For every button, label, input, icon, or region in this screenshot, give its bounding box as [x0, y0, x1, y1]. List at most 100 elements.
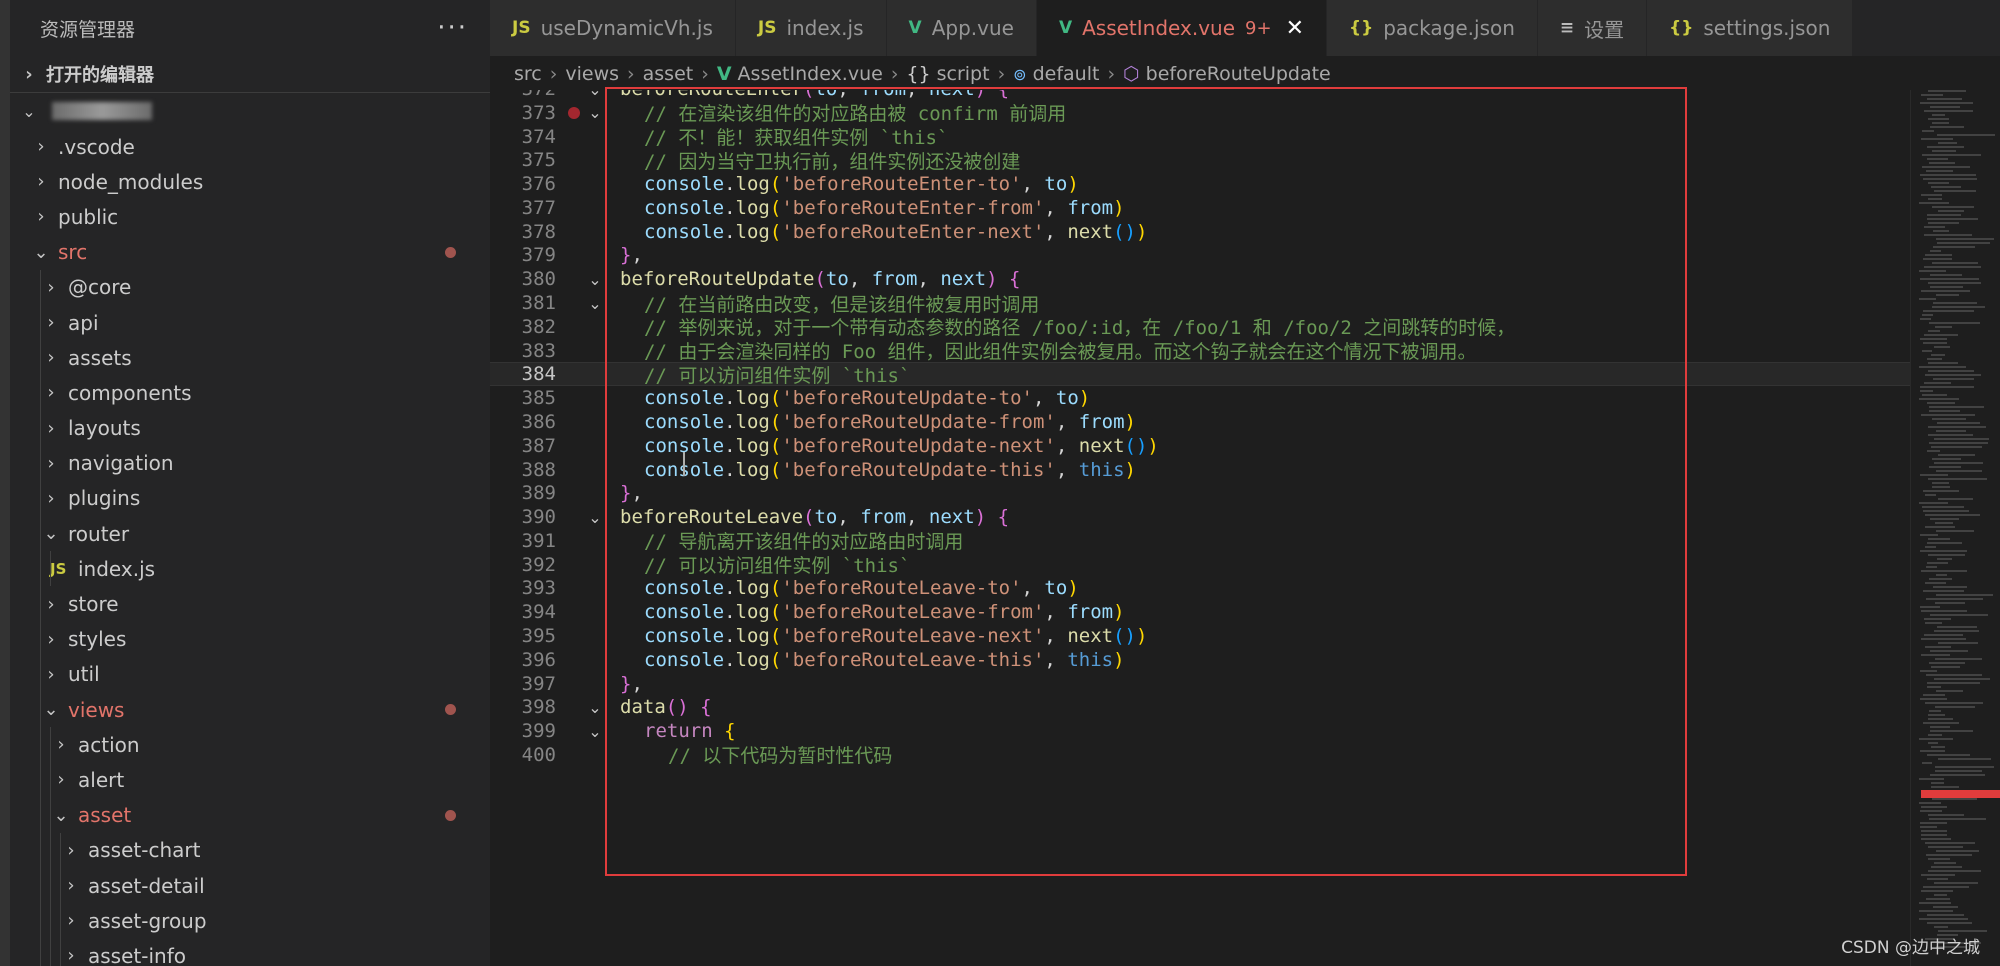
tab-settings-json[interactable]: {} settings.json [1647, 0, 1854, 56]
tree-item-asset-info[interactable]: › asset-info [10, 938, 490, 966]
code-line[interactable]: 385 console.log('beforeRouteUpdate-to', t… [490, 386, 1910, 410]
vue-file-icon: V [1058, 18, 1073, 38]
code-line[interactable]: 374 // 不！能！获取组件实例 `this` [490, 125, 1910, 150]
minimap-line [1935, 326, 1952, 328]
json-file-icon: {} [1349, 18, 1374, 38]
tree-item--vscode[interactable]: › .vscode [10, 129, 490, 164]
minimap-line [1927, 542, 1962, 544]
open-editors-section[interactable]: › 打开的编辑器 [10, 56, 490, 92]
tree-item-api[interactable]: › api [10, 304, 490, 341]
code-line[interactable]: 390 ⌄ beforeRouteLeave(to, from, next) { [490, 505, 1910, 529]
fold-chevron-icon[interactable]: ⌄ [580, 722, 610, 741]
code-line[interactable]: 373 ⌄ // 在渲染该组件的对应路由被 confirm 前调用 [490, 101, 1910, 126]
breadcrumb-item[interactable]: ⬡ beforeRouteUpdate [1123, 63, 1331, 85]
tree-item-action[interactable]: › action [10, 727, 490, 763]
tree-item-asset[interactable]: ⌄ asset [10, 797, 490, 833]
breadcrumb-label: asset [642, 63, 694, 85]
breadcrumb-item[interactable]: src [514, 63, 542, 85]
tree-item-index-js[interactable]: JS index.js [10, 551, 490, 587]
tree-item-alert[interactable]: › alert [10, 762, 490, 798]
line-number: 400 [521, 743, 556, 766]
tree-item-plugins[interactable]: › plugins [10, 480, 490, 517]
code-line[interactable]: 398 ⌄ data() { [490, 695, 1910, 719]
code-token: ( [769, 220, 782, 243]
minimap-line [1927, 158, 1948, 160]
minimap-line [1932, 306, 1985, 308]
tab-app-vue[interactable]: V App.vue [886, 0, 1037, 56]
breadcrumb-item[interactable]: asset [643, 63, 694, 85]
minimap-line [1930, 250, 1941, 252]
tree-item-components[interactable]: › components [10, 375, 490, 411]
minimap[interactable] [1910, 90, 2000, 966]
tab-assetindex-vue[interactable]: V AssetIndex.vue 9+ ✕ [1036, 0, 1327, 56]
breadcrumb-item[interactable]: V AssetIndex.vue [717, 63, 883, 85]
code-token: // 不！能！获取组件实例 `this` [644, 127, 949, 150]
code-line[interactable]: 383 // 由于会渲染同样的 Foo 组件，因此组件实例会被复用。而这个钩子就会… [490, 339, 1910, 364]
code-token: , [631, 244, 643, 267]
minimap-line [1930, 106, 1960, 108]
breadcrumb-item[interactable]: {} script [906, 63, 989, 85]
code-line[interactable]: 386 console.log('beforeRouteUpdate-from',… [490, 410, 1910, 434]
fold-chevron-icon[interactable]: ⌄ [580, 270, 610, 289]
code-line[interactable]: 379}, [490, 243, 1910, 267]
tree-item-public[interactable]: › public [10, 199, 490, 234]
tree-item-router[interactable]: ⌄ router [10, 516, 490, 552]
code-line[interactable]: 381 ⌄ // 在当前路由改变，但是该组件被复用时调用 [490, 291, 1910, 316]
tree-item-asset-chart[interactable]: › asset-chart [10, 832, 490, 868]
fold-chevron-icon[interactable]: ⌄ [580, 90, 610, 99]
close-icon[interactable]: ✕ [1286, 16, 1304, 41]
breadcrumb-item[interactable]: ⊚ default [1013, 63, 1099, 85]
fold-chevron-icon[interactable]: ⌄ [580, 294, 610, 313]
indent-guide [60, 867, 61, 904]
code-line[interactable]: 395 console.log('beforeRouteLeave-next', … [490, 624, 1910, 648]
tree-item-styles[interactable]: › styles [10, 621, 490, 657]
code-line[interactable]: 392 // 可以访问组件实例 `this` [490, 553, 1910, 578]
tree-item-assets[interactable]: › assets [10, 340, 490, 376]
tree-item-asset-group[interactable]: › asset-group [10, 903, 490, 939]
tree-item-util[interactable]: › util [10, 656, 490, 692]
tree-item-node-modules[interactable]: › node_modules [10, 164, 490, 199]
code-line[interactable]: 393 console.log('beforeRouteLeave-to', to… [490, 576, 1910, 600]
tree-item--core[interactable]: › @core [10, 269, 490, 305]
code-line[interactable]: 384 // 可以访问组件实例 `this` [490, 362, 1910, 387]
chevron-down-icon: ⌄ [33, 241, 49, 263]
code-line[interactable]: 400 // 以下代码为暂时性代码 [490, 743, 1910, 768]
code-line[interactable]: 376 console.log('beforeRouteEnter-to', to… [490, 172, 1910, 196]
indent-guide [40, 762, 41, 798]
vue-file-icon: V [908, 18, 922, 38]
code-line[interactable]: 377 console.log('beforeRouteEnter-from', … [490, 196, 1910, 220]
code-line[interactable]: 388 console.log('beforeRouteUpdate-this',… [490, 458, 1910, 482]
tree-item-layouts[interactable]: › layouts [10, 410, 490, 446]
property-icon: ⊚ [1013, 65, 1027, 84]
code-line[interactable]: 389}, [490, 481, 1910, 505]
tab--[interactable]: ≡ 设置 [1537, 0, 1648, 56]
code-line[interactable]: 394 console.log('beforeRouteLeave-from', … [490, 600, 1910, 624]
breadcrumb-item[interactable]: views [565, 63, 619, 85]
tab-package-json[interactable]: {} package.json [1327, 0, 1538, 56]
code-line[interactable]: 397}, [490, 672, 1910, 696]
tab-usedynamicvh-js[interactable]: JS useDynamicVh.js [490, 0, 736, 56]
tree-item-navigation[interactable]: › navigation [10, 445, 490, 481]
tree-item-views[interactable]: ⌄ views [10, 692, 490, 728]
minimap-line [1928, 714, 1945, 716]
code-line[interactable]: 382 // 举例来说，对于一个带有动态参数的路径 /foo/:id，在 /foo… [490, 315, 1910, 340]
fold-chevron-icon[interactable]: ⌄ [580, 103, 610, 122]
code-editor[interactable]: 372⌄beforeRouteEnter(to, from, next) {37… [490, 90, 1910, 966]
code-line[interactable]: 391 // 导航离开该组件的对应路由时调用 [490, 529, 1910, 554]
tree-item-src[interactable]: ⌄ src [10, 235, 490, 270]
tree-item-asset-detail[interactable]: › asset-detail [10, 867, 490, 904]
code-line[interactable]: 387 console.log('beforeRouteUpdate-next',… [490, 434, 1910, 458]
code-line[interactable]: 399 ⌄ return { [490, 719, 1910, 743]
more-actions-icon[interactable]: ··· [437, 13, 468, 43]
tree-item-store[interactable]: › store [10, 586, 490, 622]
code-line[interactable]: 375 // 因为当守卫执行前，组件实例还没被创建 [490, 148, 1910, 173]
fold-chevron-icon[interactable]: ⌄ [580, 508, 610, 527]
fold-chevron-icon[interactable]: ⌄ [580, 698, 610, 717]
workspace-root[interactable]: ⌄ [10, 92, 490, 129]
code-token: ) [1067, 173, 1079, 196]
code-line[interactable]: 378 console.log('beforeRouteEnter-next', … [490, 220, 1910, 244]
code-line[interactable]: 380 ⌄ beforeRouteUpdate(to, from, next) { [490, 267, 1910, 291]
tab-index-js[interactable]: JS index.js [735, 0, 887, 56]
minimap-line [1926, 170, 1953, 172]
code-line[interactable]: 396 console.log('beforeRouteLeave-this', … [490, 648, 1910, 672]
